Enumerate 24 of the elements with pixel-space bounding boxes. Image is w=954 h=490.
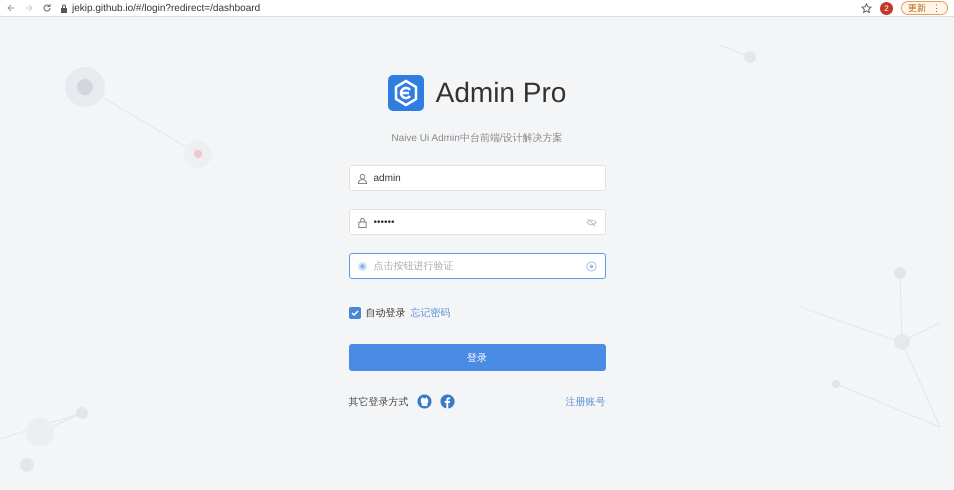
facebook-icon[interactable]: [440, 394, 454, 409]
other-login-label: 其它登录方式: [348, 396, 408, 408]
target-icon[interactable]: [586, 260, 596, 272]
update-button[interactable]: 更新 ⋮: [901, 1, 948, 15]
profile-badge[interactable]: 2: [880, 2, 893, 14]
address-bar[interactable]: jekip.github.io/#/login?redirect=/dashboard: [72, 2, 260, 14]
username-field[interactable]: admin: [348, 165, 606, 191]
app-subtitle: Naive Ui Admin中台前端/设计解决方案: [390, 132, 564, 145]
lock-icon: [60, 4, 68, 12]
captcha-field[interactable]: 点击按钮进行验证: [348, 253, 606, 279]
auto-login-checkbox[interactable]: [348, 307, 360, 319]
forgot-password-link[interactable]: 忘记密码: [410, 306, 450, 320]
eye-off-icon[interactable]: [586, 216, 596, 228]
password-field[interactable]: ••••••: [348, 209, 606, 235]
github-icon[interactable]: [416, 394, 432, 409]
register-link[interactable]: 注册账号: [566, 394, 606, 408]
star-icon[interactable]: [861, 2, 872, 14]
auto-login-label: 自动登录: [366, 307, 406, 320]
hexagon-logo-icon: [388, 75, 424, 111]
back-icon[interactable]: [6, 3, 16, 13]
check-icon: [350, 309, 358, 317]
app-title: Admin Pro: [436, 77, 566, 109]
login-button[interactable]: 登录: [348, 344, 606, 371]
reload-icon[interactable]: [42, 3, 52, 13]
